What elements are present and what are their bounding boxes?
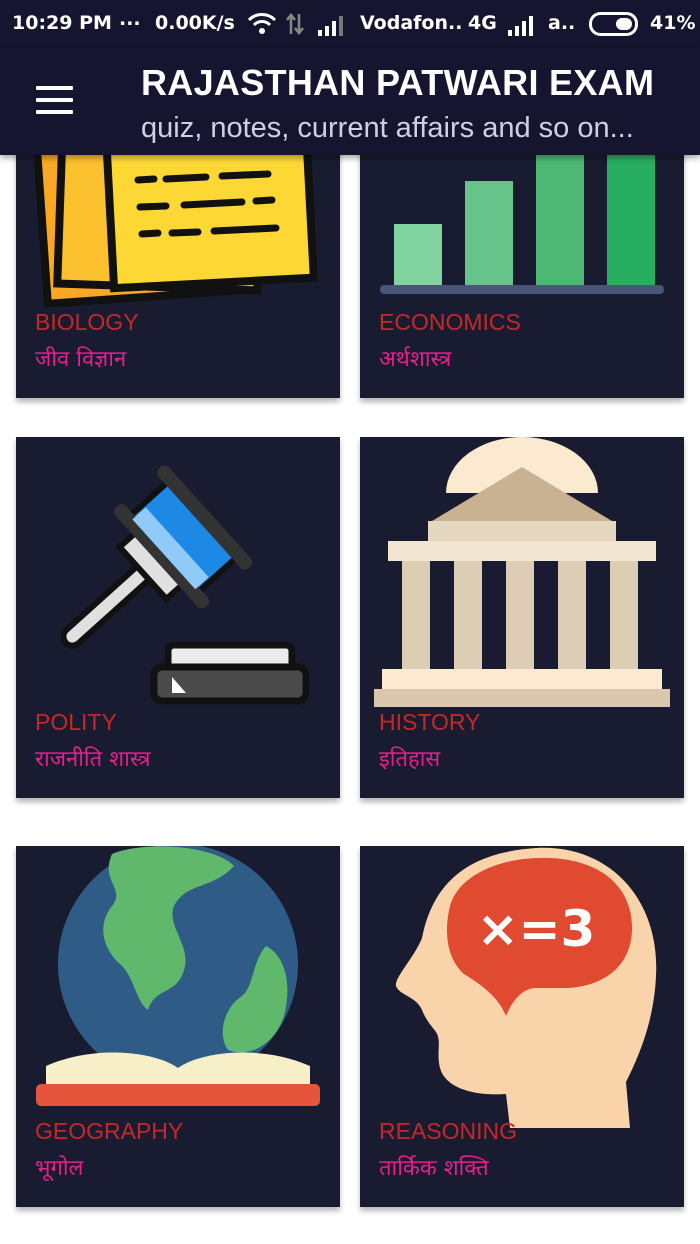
- subject-name-hi: राजनीति शास्त्र: [35, 747, 151, 772]
- subjects-grid: BIOLOGY जीव विज्ञान ECONOMICS अर्थशास्त्…: [0, 0, 700, 1244]
- subject-card-polity[interactable]: POLITY राजनीति शास्त्र: [16, 437, 340, 798]
- subject-name-hi: भूगोल: [35, 1156, 84, 1181]
- museum-icon: [374, 437, 670, 707]
- carrier-name: Vodafon..: [360, 12, 463, 34]
- math-expression: ×=3: [477, 900, 596, 958]
- battery-percent: 41%: [650, 12, 696, 34]
- subject-name-en: HISTORY: [379, 709, 481, 735]
- app-title: RAJASTHAN PATWARI EXAM: [141, 62, 655, 103]
- signal-icon: [318, 16, 343, 36]
- wifi-icon: [247, 13, 277, 34]
- subject-name-hi: तार्किक शक्ति: [379, 1156, 489, 1181]
- network-speed: 0.00K/s: [155, 12, 235, 34]
- notification-dots: ...: [119, 8, 141, 30]
- battery-icon: [589, 12, 638, 36]
- globe-book-icon: [36, 846, 320, 1106]
- subject-name-hi: अर्थशास्त्र: [379, 347, 452, 372]
- head-thinking-icon: ×=3: [395, 847, 657, 1128]
- subject-name-en: POLITY: [35, 709, 117, 735]
- subject-name-en: ECONOMICS: [379, 309, 521, 335]
- network-type: 4G: [468, 12, 497, 34]
- subject-name-en: BIOLOGY: [35, 309, 139, 335]
- data-transfer-icon: [286, 12, 304, 36]
- subject-name-hi: इतिहास: [379, 747, 441, 772]
- subject-name-hi: जीव विज्ञान: [35, 347, 127, 372]
- carrier-name-2: a..: [548, 12, 576, 34]
- menu-icon[interactable]: [36, 86, 73, 114]
- app-subtitle: quiz, notes, current affairs and so on..…: [141, 112, 634, 144]
- app-bar: RAJASTHAN PATWARI EXAM quiz, notes, curr…: [0, 48, 700, 155]
- gavel-icon: [60, 465, 310, 705]
- signal-icon-2: [508, 16, 533, 36]
- subject-card-history[interactable]: HISTORY इतिहास: [360, 437, 684, 798]
- status-bar: 10:29 PM ... 0.00K/s Vodafon.. 4G a.. 41…: [0, 0, 700, 48]
- subject-card-geography[interactable]: GEOGRAPHY भूगोल: [16, 846, 340, 1207]
- subject-name-en: REASONING: [379, 1118, 518, 1144]
- clock: 10:29 PM: [12, 12, 112, 34]
- subject-card-reasoning[interactable]: ×=3 REASONING तार्किक शक्ति: [360, 846, 684, 1207]
- subject-name-en: GEOGRAPHY: [35, 1118, 184, 1144]
